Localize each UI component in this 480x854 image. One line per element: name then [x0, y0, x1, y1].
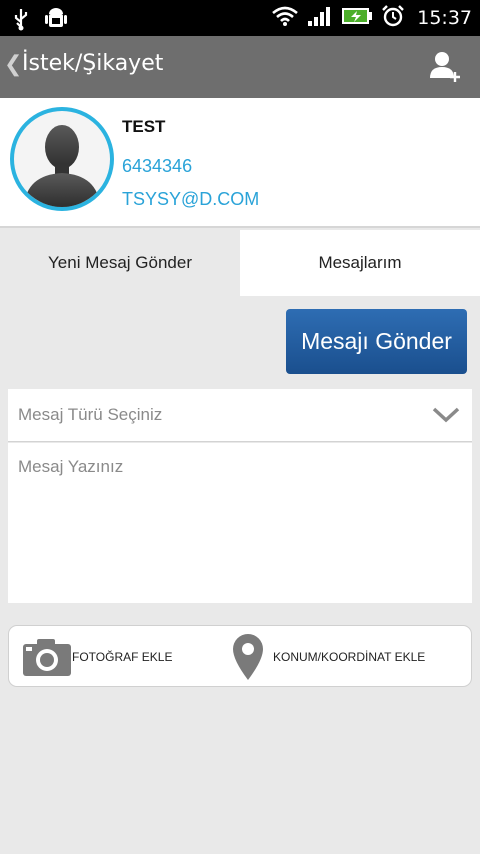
- profile-email[interactable]: TSYSY@D.COM: [122, 189, 259, 210]
- alarm-icon: [381, 4, 405, 32]
- message-type-select[interactable]: Mesaj Türü Seçiniz: [8, 389, 472, 442]
- page-title[interactable]: İstek/Şikayet: [22, 51, 163, 76]
- message-textarea[interactable]: Mesaj Yazınız: [8, 443, 472, 603]
- chevron-down-icon[interactable]: [432, 405, 460, 425]
- camera-icon[interactable]: [23, 638, 71, 676]
- attachment-bar: FOTOĞRAF EKLE KONUM/KOORDİNAT EKLE: [8, 625, 472, 687]
- tab-my-messages[interactable]: Mesajlarım: [240, 230, 480, 296]
- message-placeholder: Mesaj Yazınız: [18, 457, 124, 476]
- profile-phone[interactable]: 6434346: [122, 156, 192, 177]
- android-debug-icon: [44, 6, 68, 36]
- signal-icon: [307, 5, 333, 31]
- clock-time: 15:37: [417, 7, 472, 29]
- status-bar: 15:37: [0, 0, 480, 36]
- add-location-link[interactable]: KONUM/KOORDİNAT EKLE: [273, 650, 425, 664]
- usb-icon: [12, 7, 30, 35]
- action-bar: ❮ İstek/Şikayet: [0, 36, 480, 98]
- wifi-icon: [271, 5, 299, 31]
- tab-bar: Yeni Mesaj Gönder Mesajlarım: [0, 230, 480, 296]
- tab-new-message[interactable]: Yeni Mesaj Gönder: [0, 230, 240, 296]
- default-avatar-icon[interactable]: [10, 107, 114, 211]
- message-type-placeholder: Mesaj Türü Seçiniz: [18, 405, 163, 424]
- send-message-button[interactable]: Mesajı Gönder: [286, 309, 467, 374]
- add-photo-link[interactable]: FOTOĞRAF EKLE: [72, 650, 172, 664]
- profile-card: TEST 6434346 TSYSY@D.COM: [0, 98, 480, 228]
- back-chevron-icon[interactable]: ❮: [4, 52, 22, 77]
- battery-charging-icon: [341, 6, 373, 30]
- location-pin-icon[interactable]: [233, 634, 263, 680]
- profile-name: TEST: [122, 117, 166, 136]
- add-user-icon[interactable]: [430, 50, 462, 84]
